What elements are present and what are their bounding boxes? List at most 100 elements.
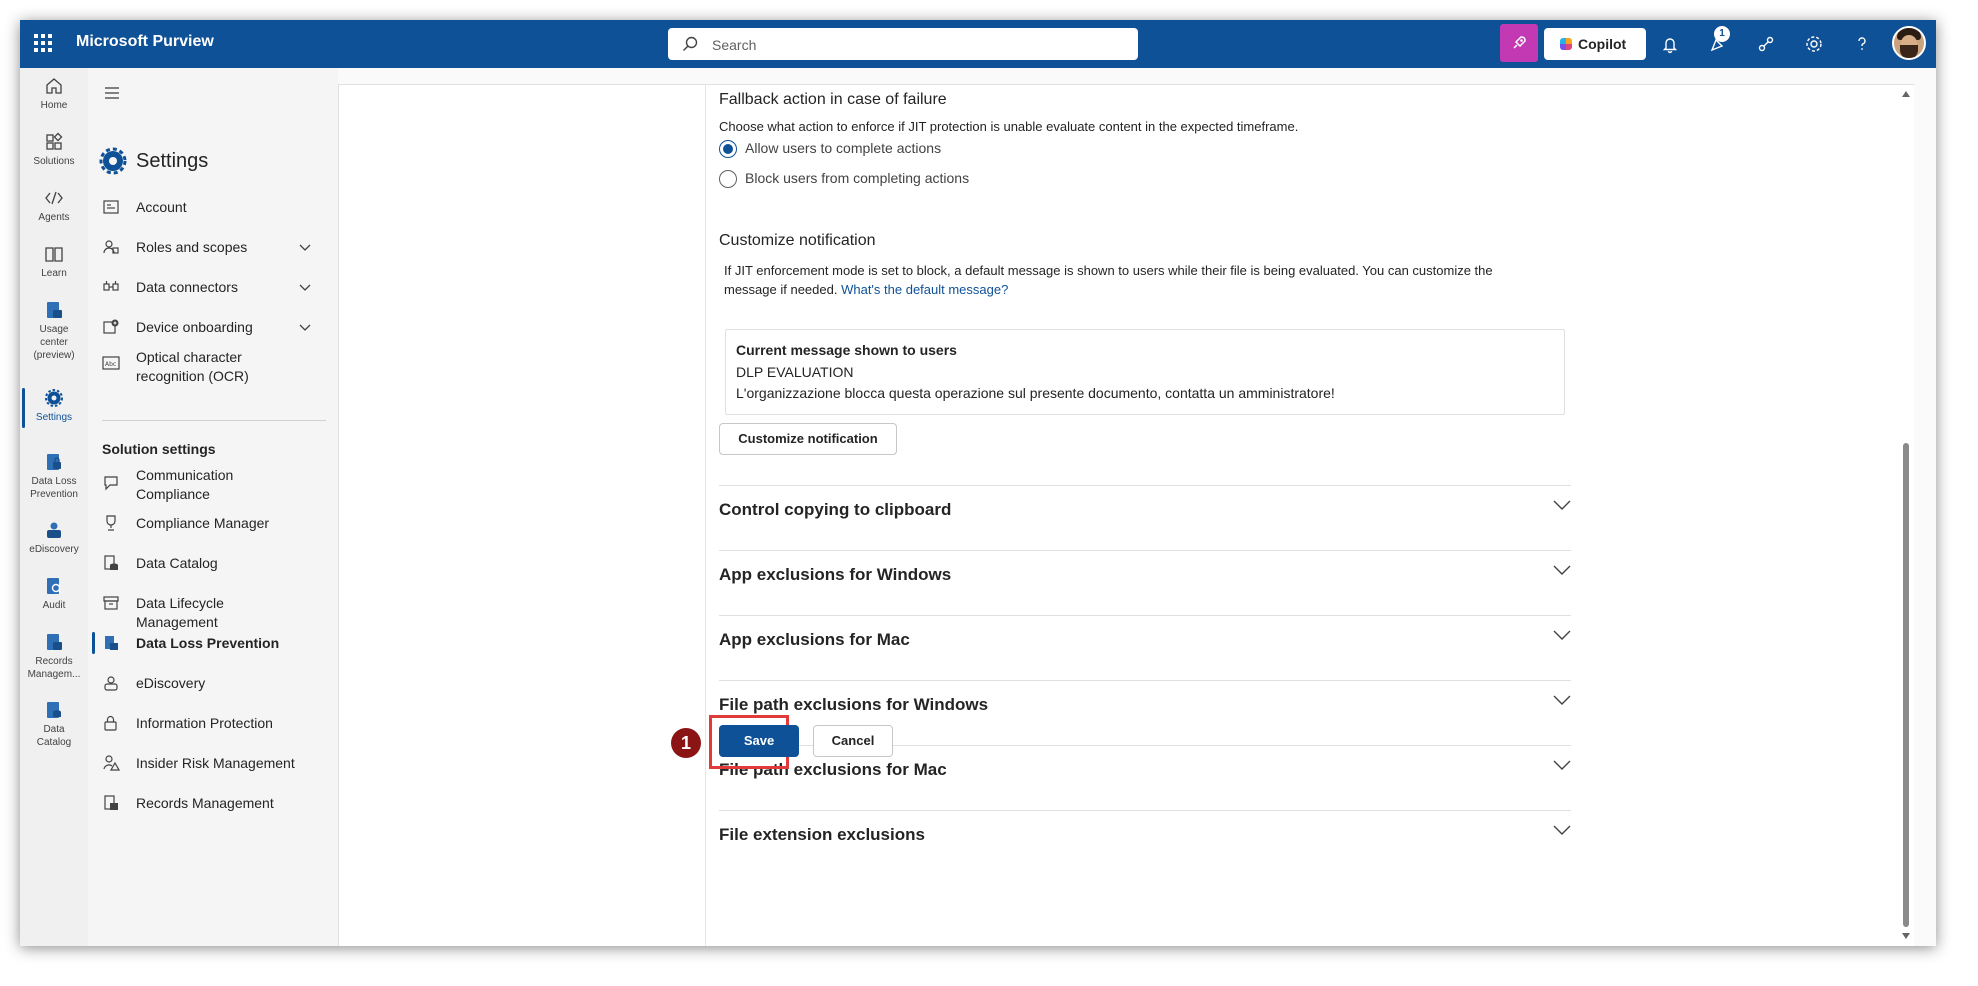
chevron-down-icon[interactable] — [1553, 824, 1571, 836]
rail-item-learn[interactable]: Learn — [20, 244, 88, 280]
notification-badge: 1 — [1714, 26, 1730, 42]
trophy-icon — [106, 515, 116, 531]
rocket-icon — [1513, 36, 1526, 49]
rail-label: Data Loss Prevention — [30, 476, 78, 500]
save-button[interactable]: Save — [719, 725, 799, 757]
bell-icon[interactable] — [1658, 32, 1682, 56]
database-icon — [104, 555, 118, 570]
accordion-app-exclusions-windows[interactable]: App exclusions for Windows — [719, 550, 1571, 615]
scrollbar-thumb[interactable] — [1903, 443, 1909, 927]
search-box[interactable]: Search — [668, 28, 1138, 60]
person-warning-icon — [103, 755, 120, 771]
solutions-icon — [46, 132, 63, 150]
chevron-down-icon[interactable] — [298, 280, 312, 294]
current-message-box: Current message shown to users DLP EVALU… — [725, 329, 1565, 415]
rail-item-settings[interactable]: Settings — [20, 388, 88, 424]
rail-item-ediscovery[interactable]: eDiscovery — [20, 520, 88, 556]
settings-gear-icon — [99, 147, 127, 175]
data-catalog-icon — [47, 702, 61, 718]
step-marker: 1 — [671, 728, 701, 758]
radio-button-checked[interactable] — [719, 140, 737, 158]
settings-nav: Settings Account Roles and scopes Data c… — [88, 68, 338, 946]
help-icon[interactable] — [1850, 32, 1874, 56]
copilot-label: Copilot — [1578, 36, 1627, 52]
fallback-title: Fallback action in case of failure — [719, 91, 947, 108]
notification-description-line2: message if needed. What's the default me… — [724, 280, 1008, 299]
rail-label: Learn — [41, 268, 67, 279]
rail-item-dlp[interactable]: Data Loss Prevention — [20, 452, 88, 501]
app-title[interactable]: Microsoft Purview — [76, 33, 214, 51]
search-placeholder: Search — [712, 37, 757, 53]
scroll-up-icon[interactable] — [1902, 91, 1910, 97]
search-icon — [683, 36, 698, 51]
scrollbar[interactable] — [1899, 85, 1913, 946]
rail-item-data-catalog[interactable]: Data Catalog — [20, 700, 88, 749]
chevron-down-icon[interactable] — [1553, 759, 1571, 771]
records-icon — [104, 795, 118, 810]
nav-label: Data connectors — [136, 279, 238, 295]
chat-icon — [104, 476, 118, 491]
scroll-down-icon[interactable] — [1902, 933, 1910, 939]
connector-icon — [103, 281, 119, 291]
accordion-file-extension-exclusions[interactable]: File extension exclusions — [719, 810, 1571, 875]
extension-button[interactable] — [1500, 24, 1538, 62]
svg-text:Abc: Abc — [105, 361, 116, 368]
top-bar: Microsoft Purview Search Copilot 1 — [20, 20, 1936, 68]
rail-item-solutions[interactable]: Solutions — [20, 132, 88, 168]
chevron-down-icon[interactable] — [1553, 629, 1571, 641]
rail-label: Usage center (preview) — [33, 324, 75, 361]
dlp-icon — [105, 636, 118, 650]
nav-label: Account — [136, 199, 187, 215]
hamburger-icon[interactable] — [104, 86, 122, 100]
current-message-line1: DLP EVALUATION — [736, 364, 854, 380]
device-icon — [103, 319, 119, 334]
gear-icon[interactable] — [1802, 32, 1826, 56]
nav-title: Settings — [136, 150, 209, 172]
customize-notification-title: Customize notification — [719, 232, 876, 249]
panel-divider — [705, 85, 706, 946]
nav-label: Optical character recognition (OCR) — [136, 349, 249, 384]
left-rail: Home Solutions Agents Learn Usage center… — [20, 68, 88, 946]
chevron-down-icon[interactable] — [298, 320, 312, 334]
accordion-control-copying-to-clipboard[interactable]: Control copying to clipboard — [719, 485, 1571, 550]
nav-label: Information Protection — [136, 715, 273, 731]
nav-label: Communication Compliance — [136, 467, 234, 502]
rail-label: Solutions — [33, 156, 75, 167]
default-message-link[interactable]: What's the default message? — [841, 282, 1008, 297]
nav-label: eDiscovery — [136, 675, 206, 691]
rail-item-records[interactable]: Records Managem... — [20, 632, 88, 681]
customize-notification-button[interactable]: Customize notification — [719, 423, 897, 455]
nav-label: Data Loss Prevention — [136, 635, 280, 651]
nav-label: Records Management — [136, 795, 274, 811]
nav-label: Device onboarding — [136, 319, 253, 335]
rail-item-usage-center[interactable]: Usage center (preview) — [20, 300, 88, 362]
chevron-down-icon[interactable] — [1553, 694, 1571, 706]
radio-button[interactable] — [719, 170, 737, 188]
nav-label: Compliance Manager — [136, 515, 270, 531]
notification-description-line1: If JIT enforcement mode is set to block,… — [724, 263, 1493, 278]
radio-label: Block users from completing actions — [745, 170, 970, 186]
connections-icon[interactable] — [1754, 32, 1778, 56]
chevron-down-icon[interactable] — [1553, 564, 1571, 576]
lock-icon — [104, 715, 117, 731]
chevron-down-icon[interactable] — [1553, 499, 1571, 511]
accordion-app-exclusions-mac[interactable]: App exclusions for Mac — [719, 615, 1571, 680]
rail-item-audit[interactable]: Audit — [20, 576, 88, 612]
app-launcher-icon[interactable] — [32, 32, 54, 54]
ediscovery-icon — [47, 522, 61, 538]
rail-item-home[interactable]: Home — [20, 76, 88, 112]
roles-icon — [103, 240, 119, 254]
copilot-button[interactable]: Copilot — [1544, 28, 1646, 60]
avatar[interactable] — [1892, 26, 1926, 60]
nav-section-title: Solution settings — [102, 441, 216, 457]
accordion-title: File path exclusions for Windows — [719, 695, 989, 714]
nav-active-indicator — [92, 632, 95, 654]
accordion-title: Control copying to clipboard — [719, 500, 952, 519]
ocr-icon: Abc — [102, 356, 120, 370]
nav-label: Insider Risk Management — [136, 755, 295, 771]
accordion-title: App exclusions for Windows — [719, 565, 952, 584]
nav-divider — [102, 420, 326, 421]
rail-item-agents[interactable]: Agents — [20, 188, 88, 224]
cancel-button[interactable]: Cancel — [813, 725, 893, 757]
chevron-down-icon[interactable] — [298, 240, 312, 254]
